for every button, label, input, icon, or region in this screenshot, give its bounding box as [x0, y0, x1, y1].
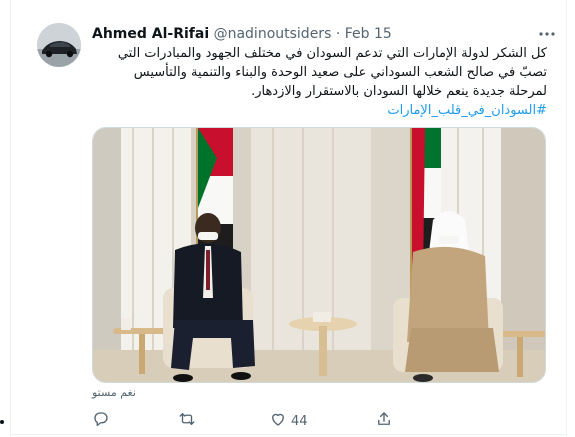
- reply-button[interactable]: [92, 410, 110, 432]
- like-count: 44: [291, 413, 308, 429]
- media-alt-caption: نغم مستو: [92, 386, 136, 399]
- tweet-actions: 44: [92, 410, 547, 432]
- tweet-photo[interactable]: [92, 127, 546, 383]
- reply-icon: [92, 410, 110, 432]
- author-handle[interactable]: @nadinoutsiders: [214, 26, 332, 42]
- share-icon: [375, 410, 393, 432]
- tweet-bottom-border: [10, 434, 567, 435]
- avatar[interactable]: [37, 23, 81, 67]
- tweet-text-line: كل الشكر لدولة الإمارات التي تدعم السودا…: [117, 46, 547, 61]
- tweet-text-line: لمرحلة جديدة ينعم خلالها السودان بالاستق…: [251, 84, 547, 99]
- author-name[interactable]: Ahmed Al-Rifai: [92, 26, 209, 42]
- retweet-button[interactable]: [178, 410, 196, 432]
- tweet-date[interactable]: Feb 15: [345, 26, 392, 42]
- header-separator: ·: [335, 26, 341, 42]
- like-icon: [269, 410, 287, 432]
- share-button[interactable]: [375, 410, 393, 432]
- timeline-right-border: [566, 0, 567, 437]
- hashtag-link[interactable]: #السودان_في_قلب_الإمارات: [92, 101, 547, 120]
- tweet-text: كل الشكر لدولة الإمارات التي تدعم السودا…: [92, 44, 547, 120]
- tweet-text-line: تصبّ في صالح الشعب السوداني على صعيد الو…: [133, 65, 547, 80]
- timeline-left-border: [10, 0, 11, 437]
- like-button[interactable]: [269, 410, 287, 432]
- retweet-icon: [178, 410, 196, 432]
- more-icon[interactable]: [537, 26, 557, 42]
- side-dot: [0, 420, 4, 424]
- tweet-header: Ahmed Al-Rifai @nadinoutsiders · Feb 15: [92, 24, 392, 44]
